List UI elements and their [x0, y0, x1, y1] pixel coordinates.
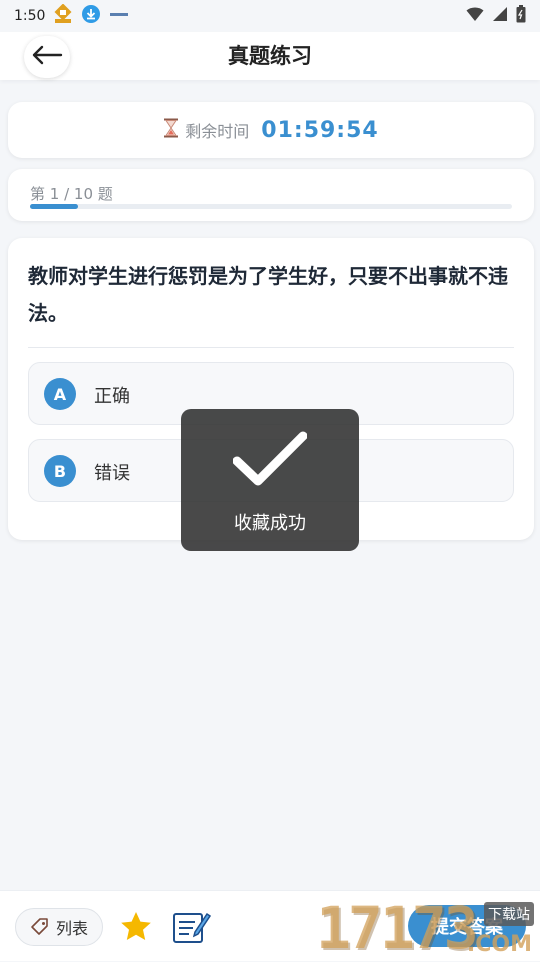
option-letter: A	[44, 378, 76, 410]
progress-text: 第 1 / 10 题	[30, 185, 113, 203]
progress-fill	[30, 204, 79, 209]
progress-track	[30, 204, 512, 209]
question-text: 教师对学生进行惩罚是为了学生好，只要不出事就不违法。	[28, 264, 508, 325]
bottom-bar: 列表 提交答案	[0, 890, 540, 961]
header: 真题练习	[0, 32, 540, 80]
wifi-icon	[466, 6, 484, 26]
app-notification-icon	[53, 3, 73, 28]
timer-value: 01:59:54	[261, 117, 379, 143]
checkmark-icon	[232, 431, 308, 493]
toast: 收藏成功	[181, 409, 359, 551]
timer-card: 剩余时间 01:59:54	[8, 102, 534, 158]
tag-icon	[30, 917, 50, 937]
status-bar: 1:50	[0, 0, 540, 32]
star-icon[interactable]	[120, 911, 152, 946]
note-edit-icon[interactable]	[171, 908, 212, 950]
status-time: 1:50	[14, 8, 46, 24]
page-title: 真题练习	[228, 44, 312, 68]
battery-icon	[516, 5, 526, 27]
option-letter: B	[44, 455, 76, 487]
option-text: 正确	[94, 386, 130, 407]
question-divider	[28, 347, 514, 348]
toast-text: 收藏成功	[234, 513, 306, 534]
progress-card: 第 1 / 10 题	[8, 169, 534, 221]
hourglass-icon	[163, 118, 179, 142]
list-label: 列表	[55, 919, 88, 938]
option-text: 错误	[94, 463, 130, 484]
timer-label: 剩余时间	[185, 122, 250, 141]
submit-button[interactable]: 提交答案	[408, 905, 526, 947]
download-icon	[81, 4, 101, 28]
signal-icon	[492, 6, 508, 26]
small-app-icon	[109, 8, 129, 24]
list-button[interactable]: 列表	[15, 908, 103, 946]
